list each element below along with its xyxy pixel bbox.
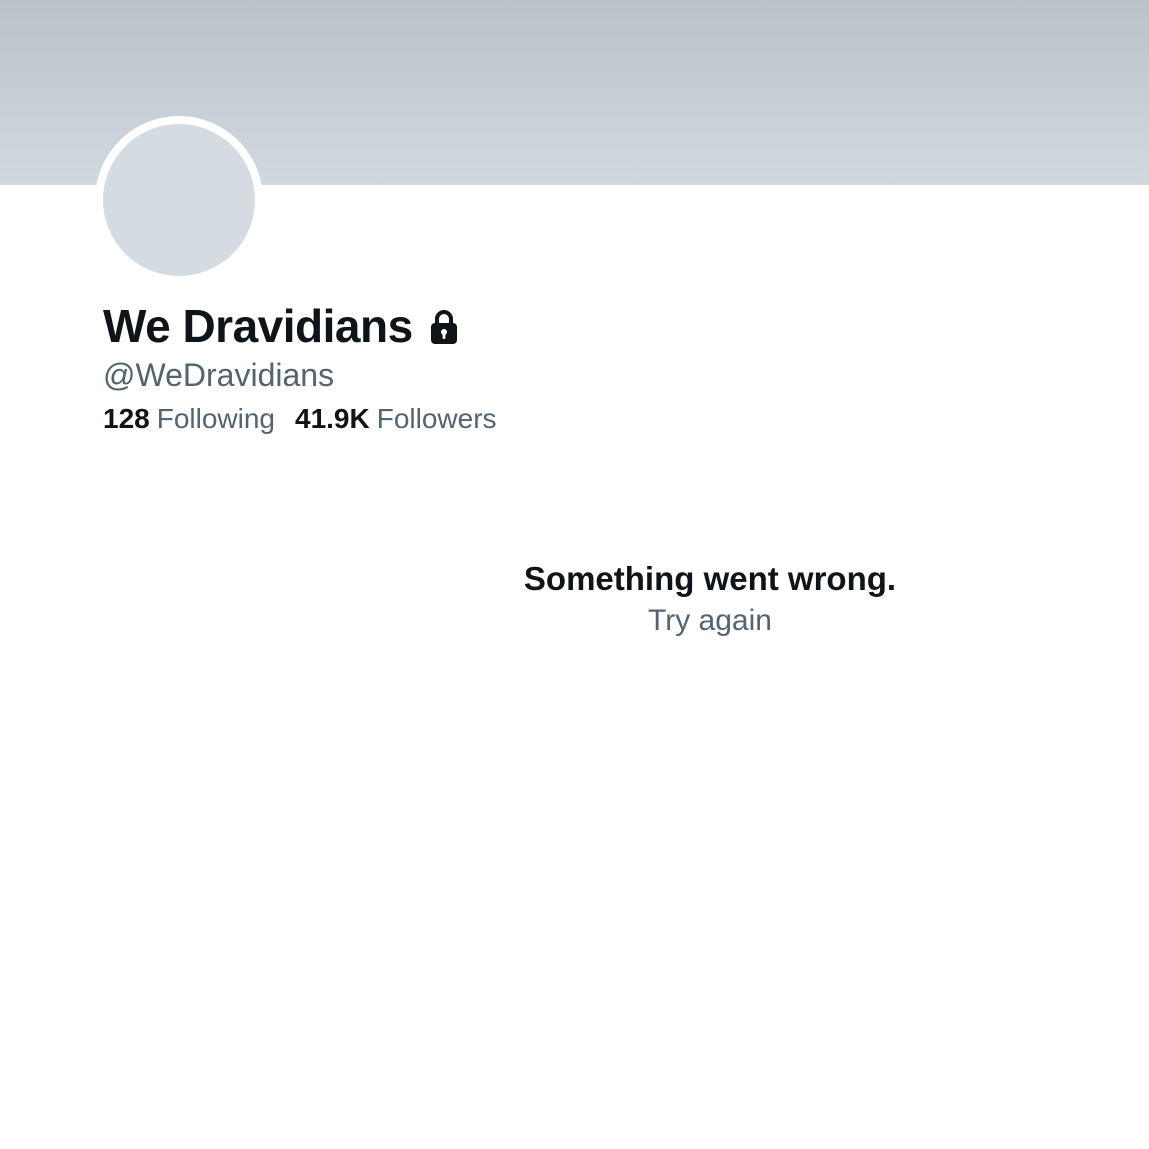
- following-link[interactable]: 128 Following: [103, 403, 275, 435]
- lock-icon: [430, 310, 457, 344]
- display-name-row: We Dravidians: [103, 298, 459, 354]
- followers-label: Followers: [376, 403, 497, 434]
- profile-handle: @WeDravidians: [103, 357, 335, 393]
- following-label: Following: [156, 403, 275, 434]
- followers-count: 41.9K: [295, 403, 370, 434]
- try-again-button[interactable]: Try again: [440, 604, 980, 638]
- error-message-block: Something went wrong. Try again: [440, 560, 980, 638]
- following-count: 128: [103, 403, 150, 434]
- error-title: Something went wrong.: [523, 560, 897, 597]
- profile-page: We Dravidians @WeDravidians 128 Followin…: [0, 0, 1149, 1149]
- display-name: We Dravidians: [103, 300, 413, 352]
- followers-link[interactable]: 41.9K Followers: [295, 403, 497, 435]
- avatar[interactable]: [95, 116, 263, 284]
- profile-stats: 128 Following 41.9K Followers: [103, 403, 517, 435]
